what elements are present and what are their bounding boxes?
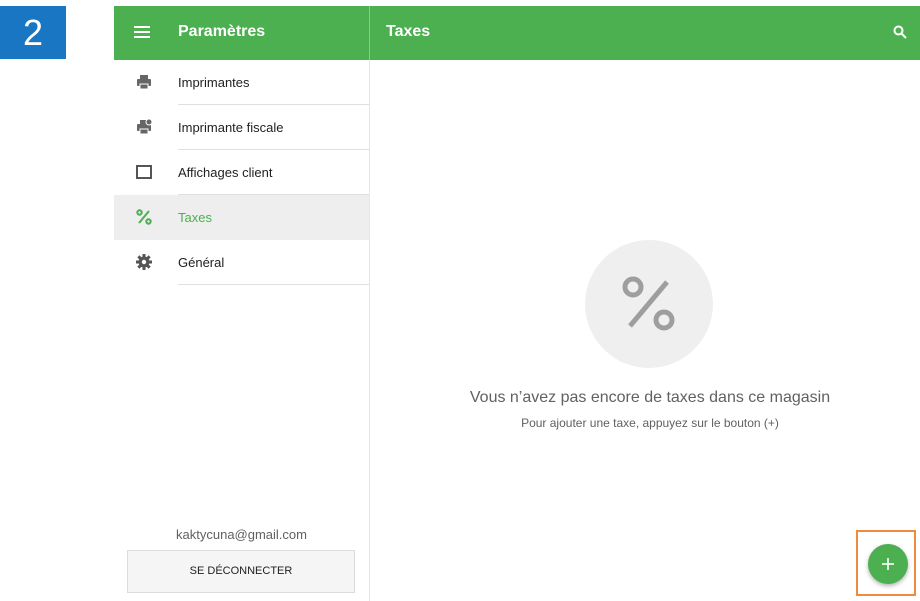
sidebar-item-label: Imprimantes <box>178 75 250 90</box>
empty-state-subtitle: Pour ajouter une taxe, appuyez sur le bo… <box>521 416 779 430</box>
sidebar-item-taxes[interactable]: Taxes <box>114 195 369 240</box>
step-badge: 2 <box>0 6 66 59</box>
account-email: kaktycuna@gmail.com <box>176 527 307 542</box>
sidebar-item-printers[interactable]: Imprimantes <box>114 60 369 105</box>
add-tax-button[interactable] <box>868 544 908 584</box>
settings-sidebar: Imprimantes Imprimante fiscale Affichage… <box>114 60 370 601</box>
taxes-panel: Vous n’avez pas encore de taxes dans ce … <box>370 60 920 601</box>
sidebar-item-general[interactable]: Général <box>114 240 369 285</box>
app-bar: Paramètres Taxes <box>114 6 920 60</box>
fiscal-printer-icon <box>137 118 153 135</box>
printer-icon <box>137 75 151 90</box>
empty-state-illustration <box>585 240 713 368</box>
sidebar-item-customer-displays[interactable]: Affichages client <box>114 150 369 195</box>
search-icon[interactable] <box>893 25 907 39</box>
hamburger-icon[interactable] <box>134 24 150 42</box>
logout-button[interactable]: SE DÉCONNECTER <box>127 550 355 593</box>
percent-icon <box>136 209 152 225</box>
sidebar-item-label: Taxes <box>178 210 212 225</box>
sidebar-item-label: Affichages client <box>178 165 273 180</box>
sidebar-item-fiscal-printer[interactable]: Imprimante fiscale <box>114 105 369 150</box>
display-icon <box>136 165 152 179</box>
empty-state-title: Vous n’avez pas encore de taxes dans ce … <box>469 389 831 406</box>
settings-title: Paramètres <box>178 23 266 40</box>
app-window: Paramètres Taxes Imprimantes Imprimante … <box>114 6 920 601</box>
gear-icon <box>136 254 152 270</box>
percent-icon <box>622 276 675 331</box>
divider <box>178 284 369 285</box>
page-title: Taxes <box>386 23 431 40</box>
appbar-divider <box>369 6 370 60</box>
sidebar-item-label: Général <box>178 255 225 270</box>
sidebar-item-label: Imprimante fiscale <box>178 120 284 135</box>
plus-icon <box>882 558 894 570</box>
